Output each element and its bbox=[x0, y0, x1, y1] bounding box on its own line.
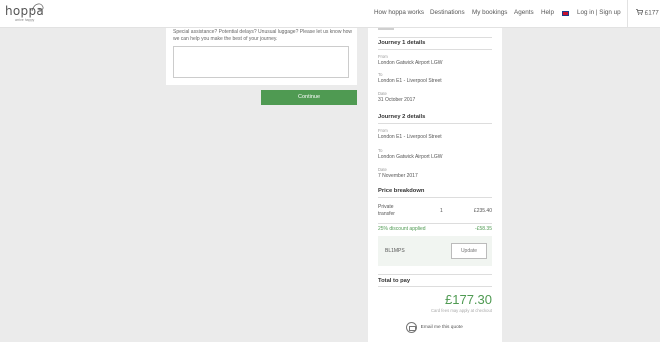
total-title: Total to pay bbox=[378, 278, 411, 284]
journey2-to-value: London Gatwick Airport LGW bbox=[378, 154, 443, 160]
booking-summary: Journey 1 details From London Gatwick Ai… bbox=[368, 28, 502, 342]
journey1-from-label: From bbox=[378, 54, 388, 59]
nav-how-hoppa-works[interactable]: How hoppa works bbox=[374, 9, 424, 16]
journey2-divider bbox=[378, 123, 492, 124]
logo-tagline: arrive happy bbox=[15, 18, 35, 22]
cart-total: £177 bbox=[644, 9, 659, 17]
journey1-to-label: To bbox=[378, 72, 383, 77]
journey1-to-value: London E1 - Liverpool Street bbox=[378, 78, 442, 84]
nav-my-bookings[interactable]: My bookings bbox=[472, 9, 507, 16]
journey2-date-value: 7 November 2017 bbox=[378, 173, 418, 179]
price-breakdown-divider bbox=[378, 197, 492, 198]
nav-login-signup[interactable]: Log in | Sign up bbox=[577, 9, 621, 16]
continue-button[interactable]: Continue bbox=[261, 90, 357, 105]
price-item-label: Private transfer bbox=[378, 204, 395, 218]
email-quote-link[interactable]: Email me this quote bbox=[406, 322, 463, 333]
price-item-divider bbox=[378, 223, 492, 224]
price-breakdown-title: Price breakdown bbox=[378, 188, 425, 194]
uk-flag-icon[interactable] bbox=[562, 11, 569, 16]
discount-label: 25% discount applied bbox=[378, 226, 426, 232]
price-item-qty: 1 bbox=[440, 208, 443, 214]
email-quote-label: Email me this quote bbox=[420, 325, 463, 330]
price-item-label-line1: Private bbox=[378, 204, 394, 210]
email-icon bbox=[406, 322, 417, 333]
special-requests-textarea[interactable] bbox=[173, 46, 349, 78]
hoppa-logo[interactable]: hoppa arrive happy bbox=[5, 3, 44, 22]
nav-agents[interactable]: Agents bbox=[514, 9, 534, 16]
update-promo-button[interactable]: Update bbox=[451, 243, 487, 259]
cart-button[interactable]: £177 bbox=[636, 9, 659, 17]
total-top-divider bbox=[378, 274, 492, 275]
special-requests-hint: Special assistance? Potential delays? Un… bbox=[173, 29, 353, 42]
discount-amount: -£58.35 bbox=[475, 226, 492, 232]
nav-divider bbox=[627, 0, 628, 28]
journey1-date-value: 31 October 2017 bbox=[378, 97, 416, 103]
journey1-divider bbox=[378, 49, 492, 50]
price-item-amount: £235.40 bbox=[473, 208, 492, 214]
card-fee-note: Card fees may apply at checkout bbox=[431, 308, 492, 313]
journey2-from-label: From bbox=[378, 128, 388, 133]
journey2-date-label: Date bbox=[378, 167, 387, 172]
special-requests-card: Special assistance? Potential delays? Un… bbox=[166, 28, 357, 85]
journey1-from-value: London Gatwick Airport LGW bbox=[378, 60, 443, 66]
nav-destinations[interactable]: Destinations bbox=[430, 9, 465, 16]
total-divider bbox=[378, 286, 492, 287]
journey1-date-label: Date bbox=[378, 91, 387, 96]
journey1-title: Journey 1 details bbox=[378, 40, 426, 46]
logo-swirl-icon bbox=[31, 3, 44, 12]
total-amount: £177.30 bbox=[445, 292, 492, 307]
promo-code-box: BL1MPS Update bbox=[378, 236, 492, 266]
journey2-to-label: To bbox=[378, 148, 383, 153]
journey2-title: Journey 2 details bbox=[378, 114, 426, 120]
promo-code-value: BL1MPS bbox=[385, 248, 405, 254]
price-item-label-line2: transfer bbox=[378, 211, 395, 217]
cart-icon bbox=[636, 9, 644, 15]
nav-help[interactable]: Help bbox=[541, 9, 554, 16]
journey2-from-value: London E1 - Liverpool Street bbox=[378, 134, 442, 140]
summary-divider bbox=[378, 37, 492, 38]
site-header: hoppa arrive happy How hoppa works Desti… bbox=[0, 0, 660, 28]
summary-top-fragment bbox=[378, 28, 394, 30]
